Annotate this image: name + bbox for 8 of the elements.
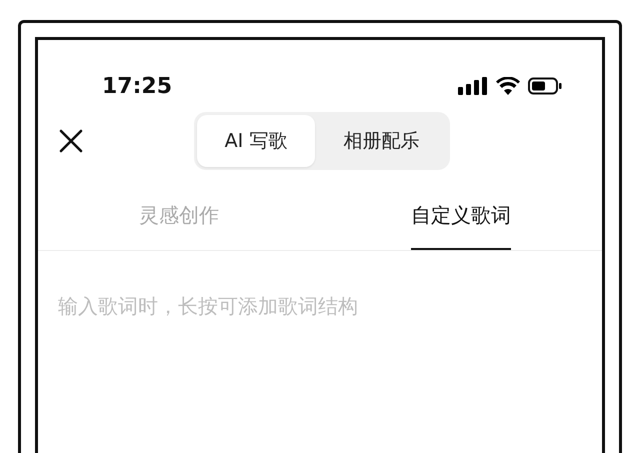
signal-icon	[458, 77, 488, 95]
status-time: 17:25	[102, 72, 172, 100]
battery-icon	[528, 77, 562, 95]
segment-tab[interactable]: 相册配乐	[315, 114, 448, 168]
wifi-icon	[496, 77, 520, 95]
close-button[interactable]	[58, 128, 84, 154]
tab[interactable]: 自定义歌词	[411, 184, 511, 250]
segment-tab[interactable]: AI 写歌	[196, 114, 316, 168]
